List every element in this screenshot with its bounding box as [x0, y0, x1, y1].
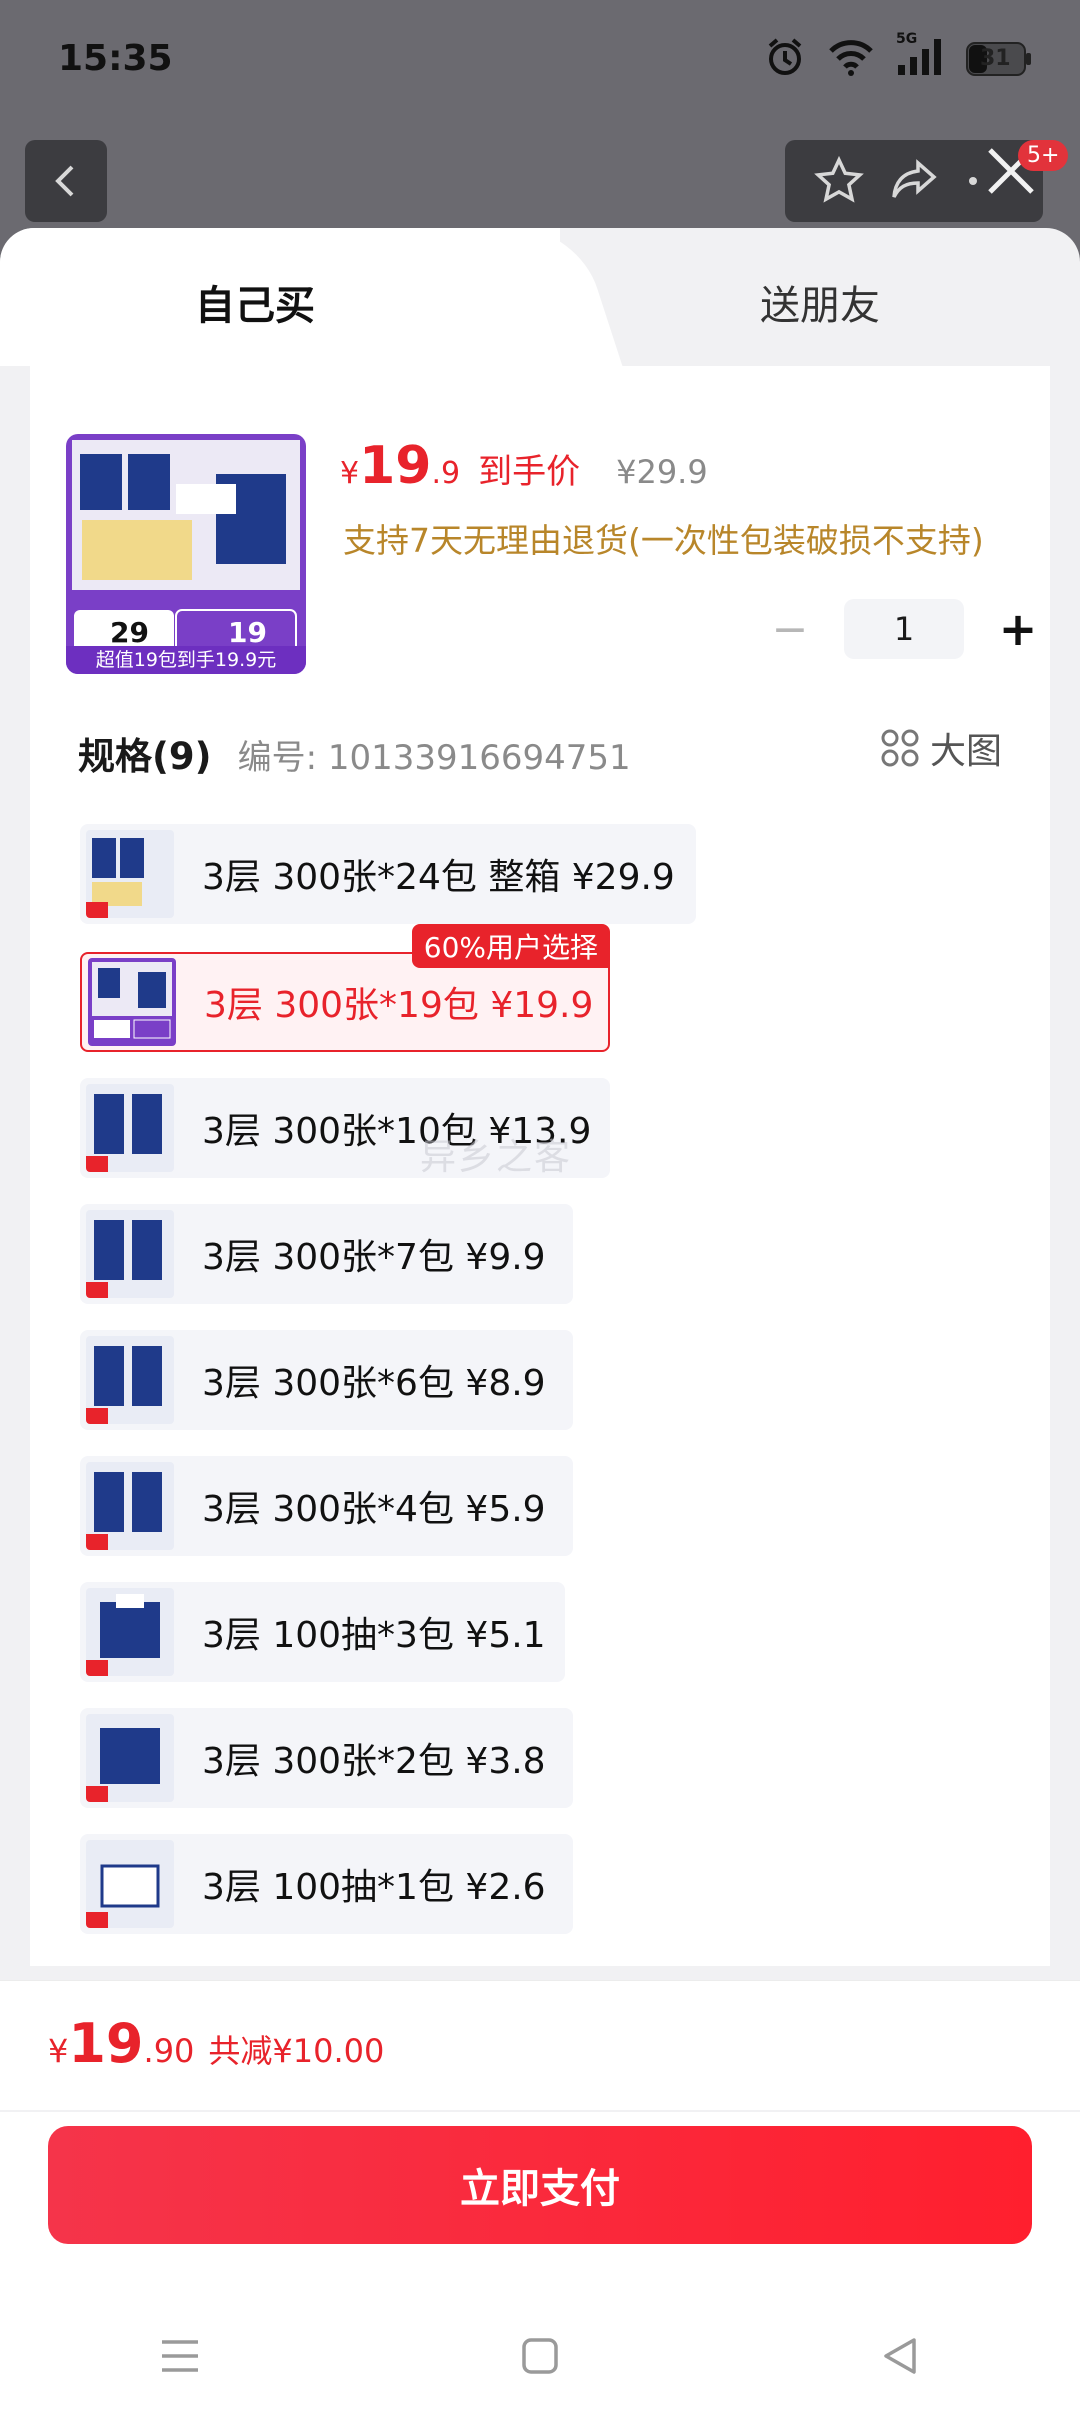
total-price-integer: 19 [68, 2012, 144, 2075]
option-thumbnail [86, 1084, 174, 1172]
option-thumbnail [86, 830, 174, 918]
option-thumbnail [86, 1714, 174, 1802]
original-price: ¥29.9 [616, 453, 708, 491]
notification-badge: 5+ [1018, 140, 1069, 171]
system-nav-bar [0, 2300, 1080, 2412]
share-icon[interactable] [886, 153, 942, 209]
spec-option[interactable]: 3层 300张*6包 ¥8.9 [80, 1330, 573, 1430]
return-policy: 支持7天无理由退货(一次性包装破损不支持) [343, 521, 984, 560]
back-button[interactable] [25, 140, 107, 222]
signal-icon: 5G [896, 31, 944, 81]
option-label: 3层 100抽*1包 ¥2.6 [202, 1867, 546, 1908]
option-label: 3层 300张*2包 ¥3.8 [202, 1741, 546, 1782]
tab-buy-self-label: 自己买 [195, 283, 315, 329]
decrease-button[interactable]: − [760, 604, 820, 655]
back-triangle-icon[interactable] [878, 2334, 922, 2378]
popular-tag: 60%用户选择 [411, 924, 610, 968]
spec-option[interactable]: 3层 300张*24包 整箱 ¥29.9 [80, 824, 696, 924]
price-line: ¥ 19 .9 到手价 ¥29.9 [340, 436, 708, 496]
tab-row: 自己买 送朋友 [0, 228, 1080, 366]
price-symbol: ¥ [340, 456, 360, 491]
price-integer: 19 [359, 436, 432, 496]
option-label: 3层 300张*7包 ¥9.9 [202, 1237, 546, 1278]
option-label: 3层 300张*19包 ¥19.9 [204, 985, 594, 1026]
tab-gift-friend[interactable]: 送朋友 [760, 273, 880, 331]
grid-icon [881, 729, 919, 767]
status-icons: 5G 31 [764, 31, 1032, 82]
quantity-value[interactable]: 1 [844, 599, 964, 659]
product-image[interactable]: 29 19 超值19包到手19.9元 [66, 434, 306, 674]
battery-icon: 31 [966, 42, 1032, 76]
pay-now-button[interactable]: 立即支付 [48, 2126, 1032, 2244]
svg-text:19: 19 [228, 616, 267, 649]
status-time: 15:35 [58, 38, 173, 79]
option-label: 3层 300张*6包 ¥8.9 [202, 1363, 546, 1404]
quantity-stepper: − 1 + [760, 599, 1048, 659]
spec-option[interactable]: 3层 100抽*3包 ¥5.1 [80, 1582, 565, 1682]
option-thumbnail [86, 1210, 174, 1298]
spec-option[interactable]: 3层 300张*2包 ¥3.8 [80, 1708, 573, 1808]
price-tag: 到手价 [478, 452, 581, 492]
spec-option[interactable]: 3层 300张*4包 ¥5.9 [80, 1456, 573, 1556]
favorite-star-icon[interactable] [811, 153, 867, 209]
big-picture-label: 大图 [929, 731, 1002, 772]
spec-option[interactable]: 3层 300张*7包 ¥9.9 [80, 1204, 573, 1304]
option-thumbnail [88, 958, 176, 1046]
total-saving: 共减¥10.00 [208, 2032, 385, 2070]
spec-option-selected[interactable]: 3层 300张*19包 ¥19.9 60%用户选择 [80, 924, 610, 1052]
price-decimal: .9 [431, 456, 461, 491]
option-thumbnail [86, 1462, 174, 1550]
watermark: 异乡之客 [420, 1137, 573, 1178]
status-bar: 15:35 5G 31 [0, 0, 1080, 120]
total-price-decimal: .90 [143, 2032, 195, 2070]
alarm-icon [764, 36, 806, 82]
chevron-left-icon [55, 165, 74, 197]
spec-title: 规格(9) [78, 735, 212, 778]
wifi-icon [828, 37, 874, 81]
battery-level: 31 [980, 46, 1011, 71]
option-label: 3层 300张*24包 整箱 ¥29.9 [202, 857, 675, 898]
tab-buy-self[interactable]: 自己买 [0, 228, 560, 366]
spec-option[interactable]: 3层 100抽*1包 ¥2.6 [80, 1834, 573, 1934]
option-thumbnail [86, 1336, 174, 1424]
increase-button[interactable]: + [988, 602, 1048, 656]
option-thumbnail [86, 1840, 174, 1928]
network-label: 5G [896, 31, 918, 47]
menu-icon[interactable] [158, 2334, 202, 2378]
big-picture-toggle[interactable]: 大图 [880, 722, 1002, 774]
option-label: 3层 300张*4包 ¥5.9 [202, 1489, 546, 1530]
item-code: 编号: 10133916694751 [237, 738, 631, 778]
svg-text:29: 29 [110, 616, 149, 649]
total-price: ¥ 19 .90 共减¥10.00 [48, 2012, 384, 2075]
option-label: 3层 100抽*3包 ¥5.1 [202, 1615, 546, 1656]
spec-header: 规格(9) 编号: 10133916694751 [78, 726, 631, 780]
home-icon[interactable] [518, 2334, 562, 2378]
product-image-caption: 超值19包到手19.9元 [66, 646, 306, 674]
option-thumbnail [86, 1588, 174, 1676]
total-price-symbol: ¥ [48, 2032, 69, 2070]
